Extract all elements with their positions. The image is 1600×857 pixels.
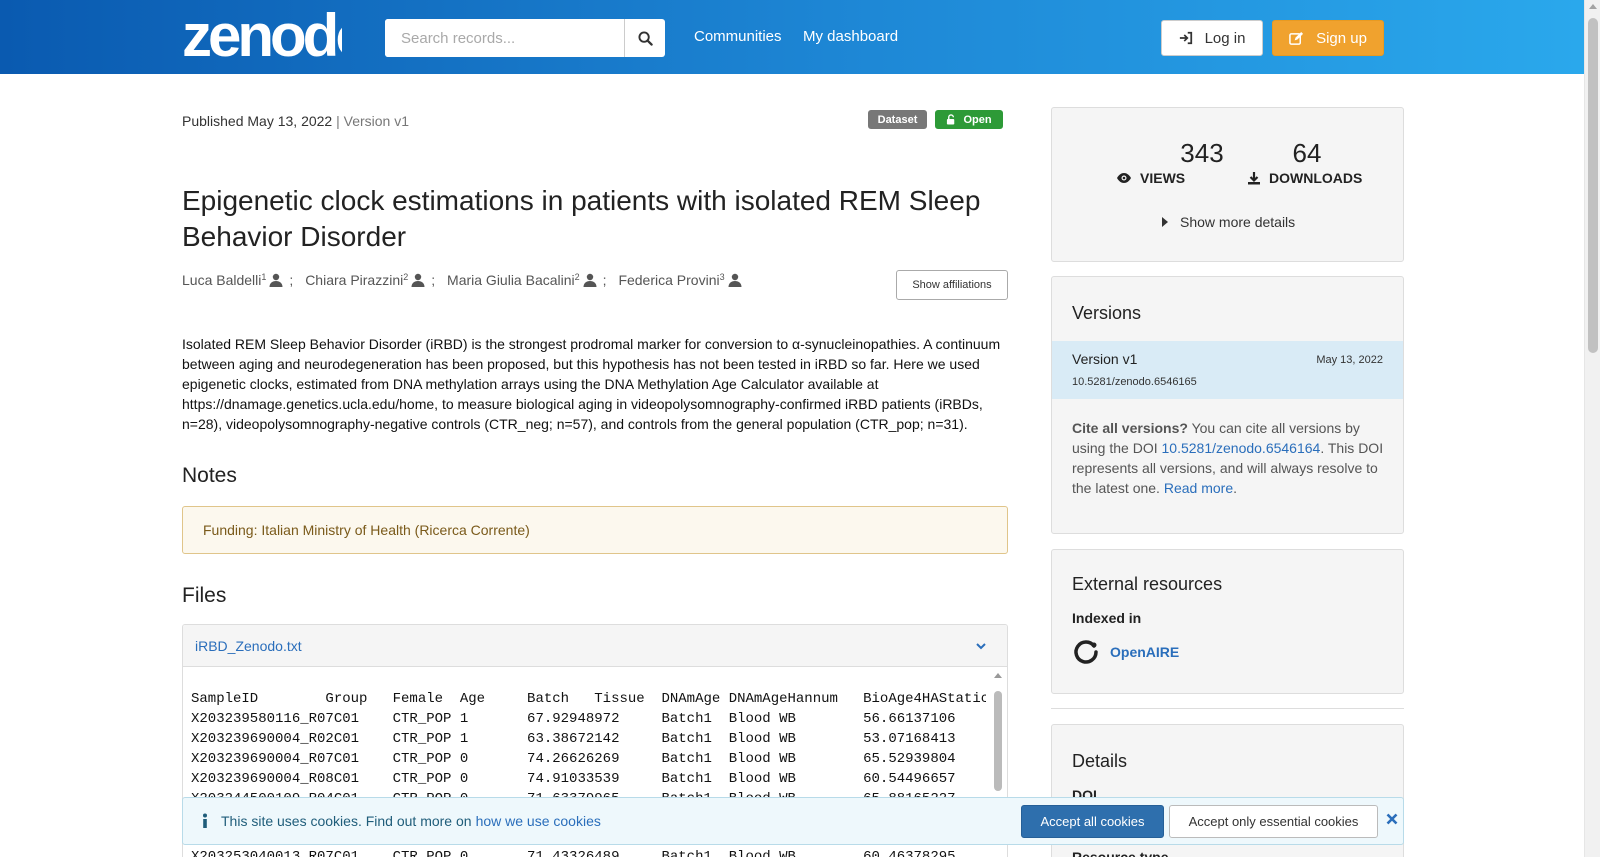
page-scrollbar[interactable] bbox=[1584, 0, 1600, 857]
author-name[interactable]: Maria Giulia Bacalini bbox=[447, 272, 575, 288]
file-preview-line: X203239690004_R02C01 CTR_POP 1 63.386721… bbox=[191, 731, 956, 747]
search-bar bbox=[385, 19, 665, 57]
user-icon bbox=[728, 273, 742, 287]
author-name[interactable]: Luca Baldelli bbox=[182, 272, 261, 288]
user-icon bbox=[583, 273, 597, 287]
search-icon bbox=[637, 30, 653, 46]
close-icon[interactable] bbox=[1383, 810, 1401, 828]
file-preview-header[interactable]: iRBD_Zenodo.txt bbox=[183, 625, 1007, 667]
version-label: | Version v1 bbox=[336, 113, 410, 129]
scroll-up-arrow[interactable] bbox=[994, 673, 1002, 678]
user-icon bbox=[269, 273, 283, 287]
unlock-icon bbox=[947, 114, 955, 125]
resource-type-label: Dataset bbox=[877, 113, 918, 126]
version-doi: 10.5281/zenodo.6546165 bbox=[1072, 376, 1197, 388]
views-label: VIEWS bbox=[1116, 170, 1185, 186]
downloads-label: DOWNLOADS bbox=[1247, 170, 1362, 186]
cookie-message: This site uses cookies. Find out more on bbox=[221, 813, 472, 829]
external-resources-panel: External resources Indexed in OpenAIRE bbox=[1051, 549, 1404, 694]
author[interactable]: Luca Baldelli 1 bbox=[182, 272, 283, 288]
site-header: zenodo Communities My dashboard Log in S… bbox=[0, 0, 1584, 74]
file-preview-line: X203239690004_R08C01 CTR_POP 0 74.910335… bbox=[191, 771, 956, 787]
cookie-banner: This site uses cookies. Find out more on… bbox=[182, 797, 1404, 845]
chevron-down-icon[interactable] bbox=[975, 640, 987, 652]
indexed-in-label: Indexed in bbox=[1072, 610, 1142, 626]
files-heading: Files bbox=[182, 584, 227, 607]
login-label: Log in bbox=[1204, 29, 1246, 47]
author-name[interactable]: Federica Provini bbox=[618, 272, 719, 288]
show-affiliations-button[interactable]: Show affiliations bbox=[896, 270, 1008, 300]
scrollbar-thumb[interactable] bbox=[994, 691, 1002, 791]
info-icon bbox=[203, 813, 207, 828]
author-affiliation-number: 3 bbox=[719, 272, 725, 282]
notes-text: Funding: Italian Ministry of Health (Ric… bbox=[203, 522, 530, 538]
search-button[interactable] bbox=[624, 19, 665, 57]
details-resource-type-label: Resource type bbox=[1072, 849, 1169, 857]
show-more-details-toggle[interactable]: Show more details bbox=[1162, 214, 1295, 230]
file-preview-line: X203239690004_R07C01 CTR_POP 0 74.266262… bbox=[191, 751, 956, 767]
sidebar-divider bbox=[1051, 708, 1404, 709]
notes-box: Funding: Italian Ministry of Health (Ric… bbox=[182, 506, 1008, 554]
zenodo-logo[interactable]: zenodo bbox=[182, 6, 342, 64]
eye-icon bbox=[1117, 173, 1131, 183]
concept-doi-link[interactable]: 10.5281/zenodo.6546164 bbox=[1162, 440, 1321, 456]
search-input[interactable] bbox=[385, 19, 624, 57]
file-preview-line: X203239580116_R07C01 CTR_POP 1 67.929489… bbox=[191, 711, 956, 727]
publication-info: Published May 13, 2022 | Version v1 bbox=[182, 113, 409, 129]
notes-heading: Notes bbox=[182, 464, 237, 487]
versions-panel: Versions Version v1 May 13, 2022 10.5281… bbox=[1051, 276, 1404, 534]
svg-text:zenodo: zenodo bbox=[182, 6, 342, 64]
sign-in-icon bbox=[1179, 31, 1192, 45]
author[interactable]: Maria Giulia Bacalini 2 bbox=[447, 272, 597, 288]
accept-all-cookies-button[interactable]: Accept all cookies bbox=[1021, 805, 1164, 838]
version-name[interactable]: Version v1 bbox=[1072, 351, 1137, 367]
download-icon bbox=[1248, 172, 1260, 185]
downloads-count: 64 bbox=[1292, 138, 1322, 168]
file-name-link[interactable]: iRBD_Zenodo.txt bbox=[195, 638, 302, 654]
record-title: Epigenetic clock estimations in patients… bbox=[182, 185, 981, 252]
details-title: Details bbox=[1072, 751, 1128, 771]
author-name[interactable]: Chiara Pirazzini bbox=[305, 272, 403, 288]
versions-title: Versions bbox=[1072, 303, 1142, 323]
resource-type-badge: Dataset bbox=[868, 110, 927, 129]
access-badge: Open bbox=[935, 110, 1003, 129]
signup-label: Sign up bbox=[1316, 29, 1367, 47]
nav-communities[interactable]: Communities bbox=[694, 28, 782, 45]
author-list: Luca Baldelli 1 ; Chiara Pirazzini 2 ; Mar… bbox=[182, 272, 742, 288]
cookie-policy-link[interactable]: how we use cookies bbox=[476, 813, 601, 829]
openaire-icon bbox=[1074, 640, 1098, 664]
signup-button[interactable]: Sign up bbox=[1272, 20, 1384, 56]
caret-right-icon bbox=[1162, 217, 1168, 227]
login-button[interactable]: Log in bbox=[1161, 20, 1263, 56]
author[interactable]: Federica Provini 3 bbox=[618, 272, 742, 288]
access-label: Open bbox=[963, 113, 992, 126]
nav-my-dashboard[interactable]: My dashboard bbox=[803, 28, 898, 45]
stats-panel: 343 VIEWS 64 DOWNLOADS Show more details bbox=[1051, 107, 1404, 262]
author[interactable]: Chiara Pirazzini 2 bbox=[305, 272, 425, 288]
version-row[interactable]: Version v1 May 13, 2022 10.5281/zenodo.6… bbox=[1052, 341, 1403, 399]
author-affiliation-number: 1 bbox=[261, 272, 267, 282]
scroll-up-arrow[interactable] bbox=[1589, 4, 1597, 9]
accept-essential-cookies-button[interactable]: Accept only essential cookies bbox=[1169, 805, 1378, 838]
author-affiliation-number: 2 bbox=[403, 272, 409, 282]
version-date: May 13, 2022 bbox=[1316, 354, 1383, 366]
read-more-link[interactable]: Read more bbox=[1164, 480, 1233, 496]
openaire-link[interactable]: OpenAIRE bbox=[1072, 638, 1179, 666]
file-preview-line: SampleID Group Female Age Batch Tissue D… bbox=[191, 691, 986, 707]
edit-icon bbox=[1289, 31, 1304, 45]
external-resources-title: External resources bbox=[1072, 574, 1223, 594]
author-affiliation-number: 2 bbox=[574, 272, 580, 282]
cite-all-versions-text: Cite all versions? You can cite all vers… bbox=[1072, 420, 1384, 496]
published-date: Published May 13, 2022 bbox=[182, 113, 333, 129]
record-description: Isolated REM Sleep Behavior Disorder (iR… bbox=[182, 336, 1001, 432]
file-preview-bottom-line: X203253040013_R07C01 CTR_POP 0 71.433264… bbox=[191, 849, 956, 857]
user-icon bbox=[411, 273, 425, 287]
scrollbar-thumb[interactable] bbox=[1588, 18, 1598, 353]
file-preview-content: SampleID Group Female Age Batch Tissue D… bbox=[191, 689, 986, 809]
